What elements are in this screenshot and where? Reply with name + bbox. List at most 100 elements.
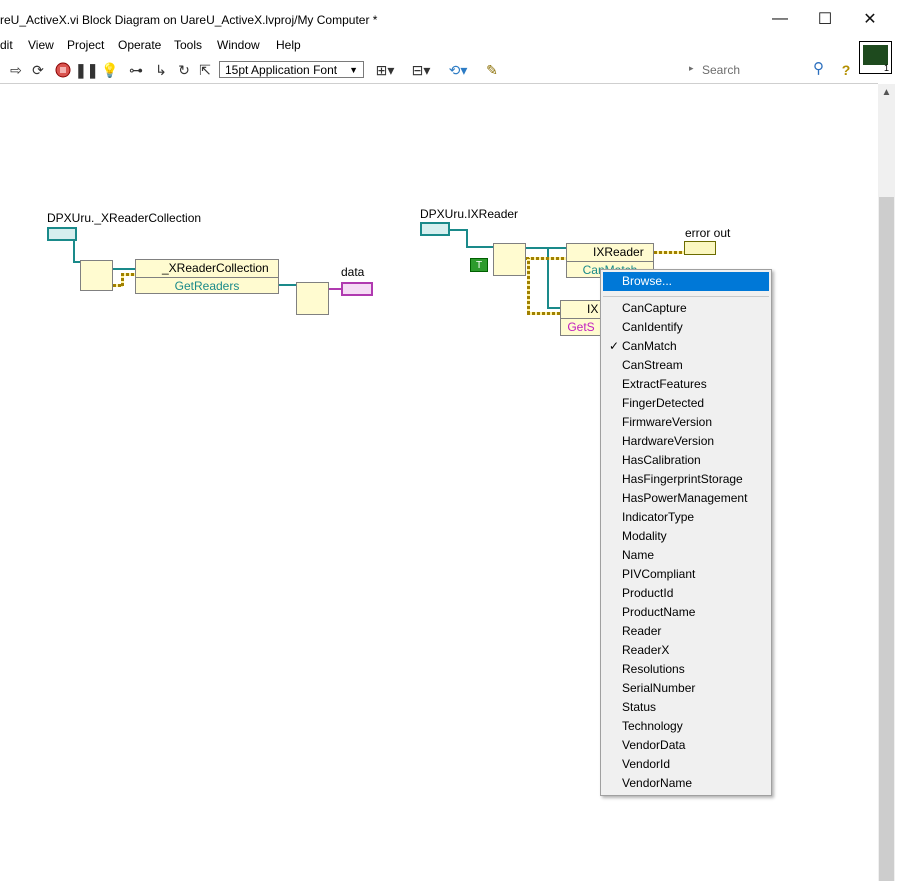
error-wire [654, 251, 684, 254]
distribute-objects-icon[interactable]: ⊟▾ [408, 60, 434, 80]
menu-item-modality[interactable]: Modality [603, 527, 769, 546]
menu-item-canstream[interactable]: CanStream [603, 356, 769, 375]
reader-node2-method[interactable]: GetS [561, 319, 601, 335]
menu-operate[interactable]: Operate [118, 38, 161, 52]
ref-wire [279, 284, 297, 286]
variant-to-data-node[interactable] [296, 282, 329, 315]
error-wire [527, 258, 530, 314]
menu-item-technology[interactable]: Technology [603, 717, 769, 736]
maximize-button[interactable]: ☐ [803, 4, 847, 34]
step-out-icon[interactable]: ⇱ [195, 60, 215, 80]
reader-invoke-node[interactable]: IX GetS [560, 300, 602, 336]
reader-ref-control[interactable] [420, 222, 450, 236]
collection-ref-control[interactable] [47, 227, 77, 241]
minimize-button[interactable]: — [758, 4, 802, 34]
ref-wire [113, 268, 135, 270]
close-button[interactable]: ✕ [848, 4, 892, 34]
menu-item-reader[interactable]: Reader [603, 622, 769, 641]
menu-item-firmwareversion[interactable]: FirmwareVersion [603, 413, 769, 432]
menu-item-vendorid[interactable]: VendorId [603, 755, 769, 774]
step-into-icon[interactable]: ↳ [151, 60, 171, 80]
to-more-specific-class-node[interactable] [80, 260, 113, 291]
to-more-specific-class-node-2[interactable] [493, 243, 526, 276]
menu-item-indicatortype[interactable]: IndicatorType [603, 508, 769, 527]
ref-wire [547, 307, 561, 309]
data-wire [329, 288, 341, 290]
align-objects-icon[interactable]: ⊞▾ [372, 60, 398, 80]
search-box[interactable]: ▸ Search ⚲ [686, 60, 834, 80]
reader-node-title: IXReader [567, 244, 653, 262]
menu-item-hascalibration[interactable]: HasCalibration [603, 451, 769, 470]
toolbar-divider [0, 83, 878, 84]
property-context-menu: Browse... CanCapture CanIdentify ✓ CanMa… [600, 269, 772, 796]
font-dropdown[interactable]: 15pt Application Font ▼ [219, 61, 364, 78]
vertical-scrollbar[interactable]: ▲ [878, 84, 895, 881]
menu-item-vendordata[interactable]: VendorData [603, 736, 769, 755]
menu-item-productid[interactable]: ProductId [603, 584, 769, 603]
pause-icon[interactable]: ❚❚ [75, 60, 98, 80]
menu-item-pivcompliant[interactable]: PIVCompliant [603, 565, 769, 584]
menu-item-readerx[interactable]: ReaderX [603, 641, 769, 660]
menu-item-cancapture[interactable]: CanCapture [603, 299, 769, 318]
reader-node2-title: IX [561, 301, 601, 319]
menu-item-browse[interactable]: Browse... [603, 272, 769, 291]
menu-tools[interactable]: Tools [174, 38, 202, 52]
menu-item-vendorname[interactable]: VendorName [603, 774, 769, 793]
menu-item-serialnumber[interactable]: SerialNumber [603, 679, 769, 698]
run-continuously-icon[interactable]: ⟳ [28, 60, 48, 80]
help-icon[interactable]: ? [836, 60, 856, 80]
collection-invoke-node[interactable]: _XReaderCollection GetReaders [135, 259, 279, 294]
error-wire [526, 257, 566, 260]
menu-view[interactable]: View [28, 38, 54, 52]
error-out-label: error out [685, 226, 731, 240]
menu-bar: dit View Project Operate Tools Window He… [0, 36, 860, 56]
menu-item-status[interactable]: Status [603, 698, 769, 717]
menu-help[interactable]: Help [276, 38, 301, 52]
abort-icon[interactable] [53, 60, 73, 80]
menu-window[interactable]: Window [217, 38, 260, 52]
menu-item-haspowermanagement[interactable]: HasPowerManagement [603, 489, 769, 508]
chevron-down-icon: ▼ [349, 65, 358, 75]
menu-item-resolutions[interactable]: Resolutions [603, 660, 769, 679]
search-icon[interactable]: ⚲ [813, 59, 824, 77]
menu-item-hasfingerprintstorage[interactable]: HasFingerprintStorage [603, 470, 769, 489]
menu-separator [603, 296, 769, 297]
true-constant[interactable]: T [470, 258, 488, 272]
window-title: reU_ActiveX.vi Block Diagram on UareU_Ac… [0, 13, 378, 27]
menu-item-canmatch-label: CanMatch [622, 339, 677, 353]
menu-item-productname[interactable]: ProductName [603, 603, 769, 622]
retain-wire-values-icon[interactable]: ⊶ [126, 60, 146, 80]
menu-item-canidentify[interactable]: CanIdentify [603, 318, 769, 337]
menu-project[interactable]: Project [67, 38, 104, 52]
ref-wire [526, 247, 566, 249]
reader-ref-label: DPXUru.IXReader [420, 207, 519, 221]
highlight-execution-icon[interactable]: 💡 [100, 60, 120, 80]
menu-item-fingerdetected[interactable]: FingerDetected [603, 394, 769, 413]
menu-edit[interactable]: dit [0, 38, 13, 52]
reorder-icon[interactable]: ⟲▾ [445, 60, 471, 80]
error-wire [527, 312, 561, 315]
title-bar: reU_ActiveX.vi Block Diagram on UareU_Ac… [0, 0, 904, 36]
data-indicator[interactable] [341, 282, 373, 296]
clean-up-diagram-icon[interactable]: ✎ [482, 60, 502, 80]
toolbar: ⇨ ⟳ ❚❚ 💡 ⊶ ↳ ↻ ⇱ 15pt Application Font ▼… [0, 57, 904, 83]
error-wire [121, 273, 135, 276]
collection-node-title: _XReaderCollection [136, 260, 278, 278]
checkmark-icon: ✓ [609, 339, 620, 353]
font-dropdown-value: 15pt Application Font [225, 63, 338, 77]
menu-item-name[interactable]: Name [603, 546, 769, 565]
step-over-icon[interactable]: ↻ [174, 60, 194, 80]
collection-ref-label: DPXUru._XReaderCollection [47, 211, 202, 225]
menu-item-canmatch[interactable]: ✓ CanMatch [603, 337, 769, 356]
run-arrow-icon[interactable]: ⇨ [6, 60, 26, 80]
scroll-thumb[interactable] [879, 197, 894, 881]
menu-item-extractfeatures[interactable]: ExtractFeatures [603, 375, 769, 394]
scroll-up-icon[interactable]: ▲ [878, 84, 895, 101]
search-placeholder: Search [702, 63, 741, 77]
search-expand-icon: ▸ [689, 63, 694, 73]
ref-wire [73, 240, 75, 262]
ref-wire [450, 229, 468, 231]
error-out-indicator[interactable] [684, 241, 716, 255]
menu-item-hardwareversion[interactable]: HardwareVersion [603, 432, 769, 451]
collection-node-method[interactable]: GetReaders [136, 278, 278, 294]
